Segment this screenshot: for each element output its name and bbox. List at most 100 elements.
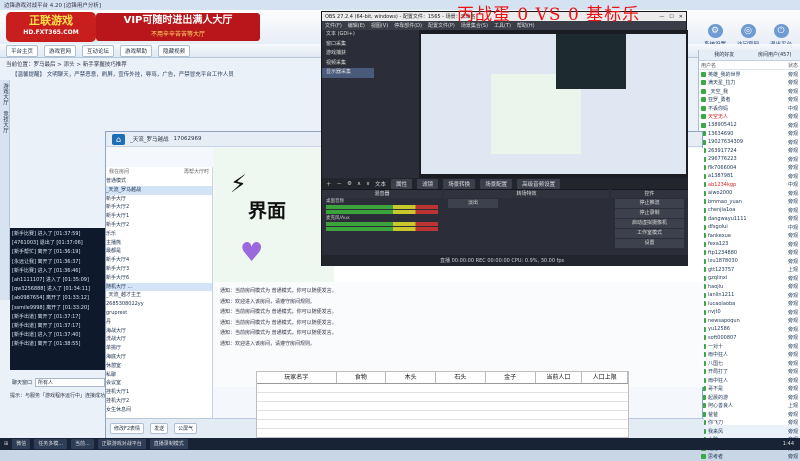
obs-preview[interactable] [419, 30, 688, 178]
user-row[interactable]: 满天星_拉力旁观 [699, 79, 800, 88]
filters-button[interactable]: 滤镜 [417, 179, 438, 189]
room-tree-item[interactable]: 丹 [106, 318, 212, 327]
tab-friends[interactable]: 我的好友 [699, 50, 750, 60]
source-item[interactable]: 窗口采集 [322, 40, 374, 50]
taskbar-item[interactable]: 当前... [71, 439, 94, 449]
room-tree-item[interactable]: 会议室 [106, 379, 212, 388]
maximize-icon[interactable]: ☐ [669, 14, 673, 20]
col-population-cap[interactable]: 人口上限 [582, 372, 628, 383]
user-row[interactable]: 阿心善良人上观 [699, 402, 800, 411]
room-tree-item[interactable]: 单挑厅 [106, 344, 212, 353]
user-row[interactable]: 思考者旁观 [699, 453, 800, 461]
studio-mode-button[interactable]: 工作室模式 [615, 229, 684, 238]
user-row[interactable]: haojiu旁观 [699, 283, 800, 292]
nav-home[interactable]: 平台主页 [6, 45, 38, 57]
remove-icon[interactable]: － [337, 180, 343, 188]
user-row[interactable]: 哥不是旁观 [699, 385, 800, 394]
user-row[interactable]: 138905412旁观 [699, 121, 800, 130]
dock-tab-scene-transition[interactable]: 场景转换 [443, 179, 475, 189]
user-row[interactable]: 13634690旁观 [699, 130, 800, 139]
table-row[interactable] [257, 411, 628, 420]
taskbar-item[interactable]: 任务多模... [34, 439, 67, 449]
public-chat-button[interactable]: 公屏气 [174, 423, 197, 434]
user-row[interactable]: 亚罗_勇者旁观 [699, 96, 800, 105]
dock-tab-scene-config[interactable]: 场景配置 [480, 179, 512, 189]
col-wood[interactable]: 木头 [386, 372, 436, 383]
stop-stream-button[interactable]: 停止推流 [615, 199, 684, 208]
taskbar-item[interactable]: 正联游戏对战平台 [98, 439, 146, 449]
col-player-name[interactable]: 玩家名字 [257, 372, 337, 383]
user-row[interactable]: 一对十旁观 [699, 342, 800, 351]
col-stone[interactable]: 石头 [436, 372, 486, 383]
user-row[interactable]: aiwo2000旁观 [699, 189, 800, 198]
room-tree-item[interactable]: 海底大厅 [106, 353, 212, 362]
user-row[interactable]: _天空_我旁观 [699, 87, 800, 96]
user-row[interactable]: fexa123旁观 [699, 240, 800, 249]
menu-edit[interactable]: 编辑(E) [348, 22, 365, 29]
user-row[interactable]: fankexue旁观 [699, 232, 800, 241]
nav-official-site[interactable]: 游戏官网 [44, 45, 76, 57]
user-row[interactable]: 天空无人旁观 [699, 113, 800, 122]
table-row[interactable] [257, 393, 628, 402]
source-item[interactable]: 文本 (GDI+) [322, 30, 374, 40]
send-button[interactable]: 发送 [150, 423, 168, 434]
table-row[interactable] [257, 384, 628, 393]
user-row[interactable]: 19027634309旁观 [699, 138, 800, 147]
nav-hide-video[interactable]: 隐藏视频 [158, 45, 190, 57]
home-icon[interactable]: ⌂ [112, 134, 125, 145]
user-row[interactable]: 你飞刀旁观 [699, 419, 800, 428]
user-row[interactable]: gtt123757上观 [699, 266, 800, 275]
user-row[interactable]: 我来风旁观 [699, 427, 800, 436]
room-tree-item[interactable]: 挂机大厅1 [106, 388, 212, 397]
transition-select[interactable]: 淡出 [448, 199, 498, 208]
room-tree-item[interactable]: 新手大厅4 [106, 256, 212, 265]
nav-help[interactable]: 游戏帮助 [120, 45, 152, 57]
user-row[interactable]: a1387981旁观 [699, 172, 800, 181]
user-row[interactable]: soft000807旁观 [699, 334, 800, 343]
room-tree-item[interactable]: 挂机大厅2 [106, 397, 212, 406]
move-up-icon[interactable]: ∧ [357, 181, 361, 187]
user-row[interactable]: 263917724旁观 [699, 147, 800, 156]
source-item[interactable]: 视频采集 [322, 59, 374, 69]
user-row[interactable]: 开局打了旁观 [699, 368, 800, 377]
user-row[interactable]: 八国七旁观 [699, 359, 800, 368]
user-row[interactable]: 雨中狂人旁观 [699, 351, 800, 360]
user-row[interactable]: nvjt0旁观 [699, 308, 800, 317]
tab-room-users[interactable]: 房间用户(457) [750, 50, 800, 60]
add-icon[interactable]: ＋ [326, 180, 332, 188]
room-tree-item[interactable]: _天流_越才主王 [106, 291, 212, 300]
room-tree-item[interactable]: 普通模式 [106, 177, 212, 186]
col-food[interactable]: 食物 [337, 372, 387, 383]
room-tree-item[interactable]: 休憩室 [106, 362, 212, 371]
room-tree-item[interactable]: 新手大厅 [106, 195, 212, 204]
close-icon[interactable]: ✕ [679, 14, 683, 20]
tab-arena-hall[interactable]: 竞技大厅 [0, 108, 10, 136]
room-tree-item[interactable]: 新手大厅1 [106, 212, 212, 221]
tab-game-hall[interactable]: 游戏大厅 [0, 80, 10, 108]
room-tree-item[interactable]: 私聊 [106, 371, 212, 380]
user-row[interactable]: dfsgolui中观 [699, 223, 800, 232]
table-row[interactable] [257, 420, 628, 429]
user-row[interactable]: lanlin1211旁观 [699, 291, 800, 300]
stop-recording-button[interactable]: 停止录制 [615, 209, 684, 218]
room-tree-item[interactable]: 乐乐 [106, 230, 212, 239]
room-tree-item[interactable]: 新手大厅2 [106, 221, 212, 230]
settings-button[interactable]: 设置 [615, 239, 684, 248]
room-tree-item[interactable]: 最都是 [106, 247, 212, 256]
table-row[interactable] [257, 402, 628, 411]
chat-target-select[interactable]: 所有人 [35, 378, 105, 387]
virtual-camera-button[interactable]: 启动虚拟摄像机 [615, 219, 684, 228]
room-tree-item[interactable]: 随机大厅 ... [106, 283, 212, 292]
user-row[interactable]: lxu1878030旁观 [699, 257, 800, 266]
col-gold[interactable]: 金子 [486, 372, 536, 383]
menu-profile[interactable]: 配置文件(P) [428, 22, 455, 29]
menu-docks[interactable]: 停靠部件(D) [394, 22, 422, 29]
properties-button[interactable]: 属性 [391, 179, 412, 189]
menu-view[interactable]: 视图(V) [371, 22, 388, 29]
room-tree-item[interactable]: 新手大厅2 [106, 203, 212, 212]
user-row[interactable]: 雨中狂人旁观 [699, 376, 800, 385]
emoji-button[interactable]: 修改F2表情 [110, 423, 144, 434]
room-tree-item[interactable]: _天流_罗马越战 [106, 186, 212, 195]
user-row[interactable]: flk7066004旁观 [699, 164, 800, 173]
minimize-icon[interactable]: — [659, 14, 664, 20]
